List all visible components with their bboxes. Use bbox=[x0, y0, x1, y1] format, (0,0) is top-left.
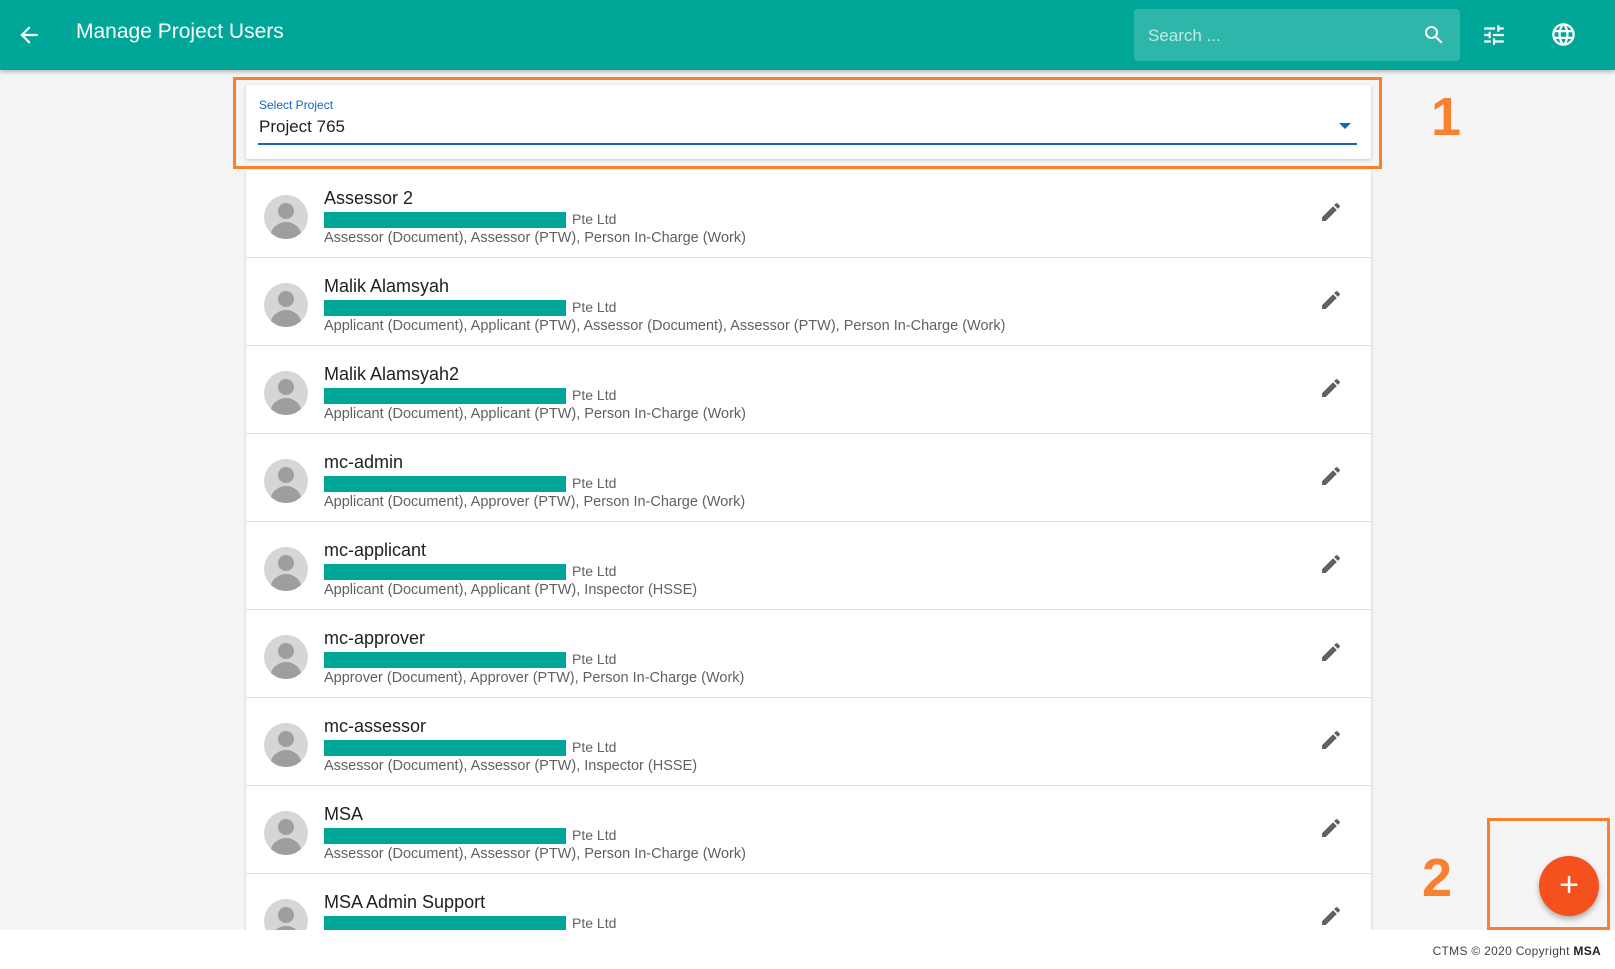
user-list-item[interactable]: mc-applicant Pte Ltd Applicant (Document… bbox=[246, 522, 1371, 610]
annotation-box-1 bbox=[233, 77, 1382, 169]
footer-copyright: CTMS © 2020 Copyright MSA bbox=[1433, 944, 1601, 958]
user-name: Malik Alamsyah2 bbox=[324, 364, 460, 384]
user-name: mc-admin bbox=[324, 452, 404, 472]
user-roles: Applicant (Document), Applicant (PTW), P… bbox=[324, 406, 746, 422]
edit-icon[interactable] bbox=[1319, 728, 1343, 752]
user-name: Assessor 2 bbox=[324, 188, 414, 208]
search-input[interactable] bbox=[1146, 9, 1410, 63]
company-suffix: Pte Ltd bbox=[572, 563, 617, 579]
user-roles: Approver (Document), Approver (PTW), Per… bbox=[324, 670, 745, 686]
arrow-back-icon[interactable] bbox=[16, 22, 42, 48]
user-roles: Assessor (Document), Assessor (PTW), Per… bbox=[324, 846, 746, 862]
user-list-item[interactable]: MSA Pte Ltd Assessor (Document), Assesso… bbox=[246, 786, 1371, 874]
avatar bbox=[264, 723, 308, 767]
redacted-company-name bbox=[324, 388, 566, 404]
edit-icon[interactable] bbox=[1319, 376, 1343, 400]
user-name: MSA bbox=[324, 804, 364, 824]
avatar bbox=[264, 899, 308, 930]
avatar bbox=[264, 195, 308, 239]
redacted-company-name bbox=[324, 652, 566, 668]
edit-icon[interactable] bbox=[1319, 200, 1343, 224]
avatar bbox=[264, 459, 308, 503]
search-icon[interactable] bbox=[1422, 23, 1446, 47]
user-roles: Assessor (Document), Assessor (PTW), Ins… bbox=[324, 758, 698, 774]
user-roles: Applicant (Document), Approver (PTW), Pe… bbox=[324, 494, 746, 510]
user-roles: Applicant (Document), Applicant (PTW), I… bbox=[324, 582, 698, 598]
redacted-company-name bbox=[324, 740, 566, 756]
page-title: Manage Project Users bbox=[76, 20, 284, 43]
avatar bbox=[264, 547, 308, 591]
footer: CTMS © 2020 Copyright MSA bbox=[0, 930, 1615, 969]
redacted-company-name bbox=[324, 828, 566, 844]
footer-brand: MSA bbox=[1573, 944, 1601, 958]
company-suffix: Pte Ltd bbox=[572, 739, 617, 755]
edit-icon[interactable] bbox=[1319, 640, 1343, 664]
user-list-item[interactable]: Malik Alamsyah2 Pte Ltd Applicant (Docum… bbox=[246, 346, 1371, 434]
redacted-company-name bbox=[324, 212, 566, 228]
user-name: mc-approver bbox=[324, 628, 426, 648]
redacted-company-name bbox=[324, 564, 566, 580]
user-roles: Assessor (Document), Assessor (PTW), Per… bbox=[324, 230, 746, 246]
user-list-item[interactable]: Assessor 2 Pte Ltd Assessor (Document), … bbox=[246, 170, 1371, 258]
redacted-company-name bbox=[324, 300, 566, 316]
redacted-company-name bbox=[324, 476, 566, 492]
user-roles: Applicant (Document), Applicant (PTW), A… bbox=[324, 318, 1006, 334]
user-list-item[interactable]: MSA Admin Support Pte Ltd bbox=[246, 874, 1371, 930]
edit-icon[interactable] bbox=[1319, 552, 1343, 576]
globe-icon[interactable] bbox=[1550, 21, 1577, 48]
app-bar: Manage Project Users bbox=[0, 0, 1615, 70]
user-name: mc-applicant bbox=[324, 540, 427, 560]
user-list-item[interactable]: Malik Alamsyah Pte Ltd Applicant (Docume… bbox=[246, 258, 1371, 346]
edit-icon[interactable] bbox=[1319, 288, 1343, 312]
company-suffix: Pte Ltd bbox=[572, 211, 617, 227]
company-suffix: Pte Ltd bbox=[572, 651, 617, 667]
user-name: MSA Admin Support bbox=[324, 892, 486, 912]
tune-icon[interactable] bbox=[1481, 22, 1507, 48]
company-suffix: Pte Ltd bbox=[572, 299, 617, 315]
add-user-button[interactable]: + bbox=[1539, 856, 1599, 916]
company-suffix: Pte Ltd bbox=[572, 827, 617, 843]
search-box bbox=[1134, 9, 1460, 63]
footer-text: CTMS © 2020 Copyright bbox=[1432, 944, 1570, 958]
user-name: Malik Alamsyah bbox=[324, 276, 450, 296]
avatar bbox=[264, 811, 308, 855]
user-list-item[interactable]: mc-admin Pte Ltd Applicant (Document), A… bbox=[246, 434, 1371, 522]
user-list-item[interactable]: mc-assessor Pte Ltd Assessor (Document),… bbox=[246, 698, 1371, 786]
annotation-number-1: 1 bbox=[1431, 87, 1462, 147]
company-suffix: Pte Ltd bbox=[572, 387, 617, 403]
user-list: Assessor 2 Pte Ltd Assessor (Document), … bbox=[246, 170, 1371, 930]
annotation-number-2: 2 bbox=[1422, 848, 1453, 908]
edit-icon[interactable] bbox=[1319, 904, 1343, 928]
user-name: mc-assessor bbox=[324, 716, 427, 736]
edit-icon[interactable] bbox=[1319, 464, 1343, 488]
avatar bbox=[264, 635, 308, 679]
user-list-item[interactable]: mc-approver Pte Ltd Approver (Document),… bbox=[246, 610, 1371, 698]
company-suffix: Pte Ltd bbox=[572, 915, 617, 930]
redacted-company-name bbox=[324, 916, 566, 930]
company-suffix: Pte Ltd bbox=[572, 475, 617, 491]
avatar bbox=[264, 283, 308, 327]
edit-icon[interactable] bbox=[1319, 816, 1343, 840]
avatar bbox=[264, 371, 308, 415]
